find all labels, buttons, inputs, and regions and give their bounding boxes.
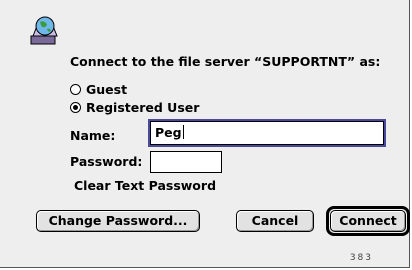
connect-button[interactable]: Connect	[330, 210, 406, 232]
registered-user-radio[interactable]	[70, 102, 81, 113]
guest-option[interactable]: Guest	[70, 82, 127, 97]
appleshare-globe-icon	[30, 16, 58, 45]
name-field[interactable]: Peg	[148, 119, 386, 147]
guest-label: Guest	[86, 82, 128, 97]
password-field[interactable]	[150, 151, 222, 173]
name-label: Name:	[70, 128, 116, 143]
name-field-value: Peg	[155, 125, 182, 140]
change-password-button[interactable]: Change Password...	[36, 210, 200, 232]
registered-user-option[interactable]: Registered User	[70, 100, 199, 115]
text-caret	[182, 125, 184, 139]
registered-user-label: Registered User	[86, 100, 200, 115]
password-label: Password:	[70, 154, 143, 169]
guest-radio[interactable]	[70, 84, 81, 95]
security-note: Clear Text Password	[74, 178, 217, 193]
build-number: 383	[349, 253, 373, 263]
cancel-button[interactable]: Cancel	[236, 210, 314, 232]
connect-dialog: Connect to the file server “SUPPORTNT” a…	[0, 0, 410, 268]
connect-prompt: Connect to the file server “SUPPORTNT” a…	[70, 54, 381, 69]
